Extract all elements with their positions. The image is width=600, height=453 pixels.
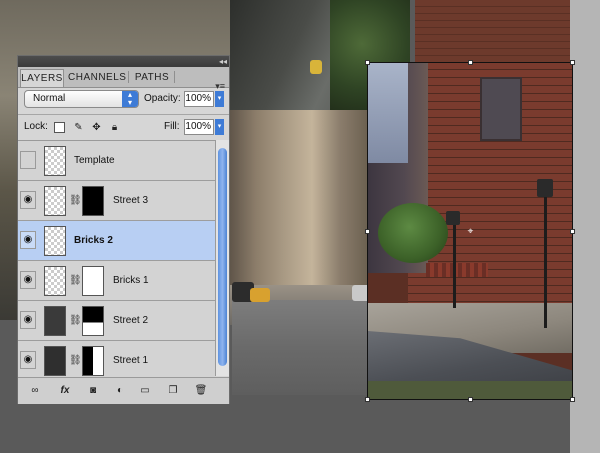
layer-mask-thumbnail[interactable] [82,266,104,296]
lock-position-move-icon[interactable]: ✥ [91,122,102,133]
layer-row-street-3[interactable]: ◉ ⛓ Street 3 [18,181,215,221]
panel-footer: ∞ fx ◙ ◐ ▭ ❐ 🗑︎ [18,377,229,404]
layer-row-bricks-2[interactable]: ◉ Bricks 2 [18,221,215,261]
layer-thumbnail [44,186,66,216]
tab-layers[interactable]: LAYERS [20,69,64,87]
street-lamp-head [537,179,553,197]
street-lamp-head [446,211,460,225]
layer-name[interactable]: Street 3 [113,181,148,221]
chain-link-icon[interactable]: ⛓ [69,275,82,286]
layer-thumbnail [44,266,66,296]
layer-row-template[interactable]: ◉ Template [18,141,215,181]
street-lamp [453,223,456,308]
lock-transparency-icon[interactable] [54,122,65,133]
updown-arrows-icon: ▴ ▾ [122,91,138,107]
opacity-label: Opacity: [144,93,181,104]
layer-row-bricks-1[interactable]: ◉ ⛓ Bricks 1 [18,261,215,301]
layers-list: ◉ Template ◉ ⛓ Street 3 ◉ Bricks 2 ◉ ⛓ B… [18,140,215,377]
visibility-toggle-off[interactable]: ◉ [20,151,36,169]
transform-handle-right[interactable] [570,229,575,234]
fill-input[interactable]: 100% [184,119,214,135]
transform-handle-bottom-right[interactable] [570,397,575,402]
blend-mode-value: Normal [33,93,66,104]
blend-mode-select[interactable]: Normal ▴ ▾ [24,90,139,108]
layer-mask-thumbnail[interactable] [82,346,104,376]
panel-tabs: LAYERS CHANNELS PATHS ▾≡ [18,67,229,91]
scrollbar-thumb[interactable] [218,148,227,366]
layers-panel: ◂◂ LAYERS CHANNELS PATHS ▾≡ Normal ▴ ▾ Op… [17,55,230,404]
chain-link-icon[interactable]: ⛓ [69,315,82,326]
tab-divider [128,71,129,83]
canvas-brick-building-top [415,0,570,62]
eye-icon[interactable]: ◉ [20,191,36,209]
transform-handle-bottom[interactable] [468,397,473,402]
eye-icon[interactable]: ◉ [20,271,36,289]
taxi [310,60,322,74]
layer-thumbnail [44,306,66,336]
panel-titlebar[interactable]: ◂◂ [18,56,229,67]
transform-handle-bottom-left[interactable] [365,397,370,402]
layer-name[interactable]: Bricks 2 [74,221,113,261]
divider [18,114,229,115]
sky [368,63,408,163]
chain-link-icon[interactable]: ⛓ [69,195,82,206]
taxi [250,288,270,302]
chain-link-icon[interactable]: ⛓ [69,355,82,366]
layer-row-street-2[interactable]: ◉ ⛓ Street 2 [18,301,215,341]
layer-name[interactable]: Street 2 [113,301,148,341]
lock-all-icon[interactable]: 🔒︎ [109,122,120,133]
eye-icon[interactable]: ◉ [20,231,36,249]
fx-icon[interactable]: fx [58,384,72,398]
opacity-dropdown-icon[interactable]: ▾ [215,91,224,107]
collapse-panel-icon[interactable]: ◂◂ [219,56,227,67]
transform-center-point-icon[interactable]: ⌖ [466,227,475,237]
adjustment-layer-icon[interactable]: ◐ [113,384,127,398]
layer-thumbnail [44,226,66,256]
transform-handle-top[interactable] [468,60,473,65]
opacity-input[interactable]: 100% [184,91,214,107]
layer-mask-thumbnail[interactable] [82,186,104,216]
new-group-icon[interactable]: ▭ [138,384,152,398]
trash-icon[interactable]: 🗑︎ [194,384,208,398]
street-lamp [544,193,547,328]
tab-divider [174,71,175,83]
add-mask-icon[interactable]: ◙ [86,384,100,398]
new-layer-icon[interactable]: ❐ [166,384,180,398]
canvas-city-buildings [228,110,368,290]
eye-icon[interactable]: ◉ [20,351,36,369]
canvas-pasteboard-right [570,0,600,453]
canvas-blurred-road [232,300,372,395]
link-layers-icon[interactable]: ∞ [28,384,42,398]
lock-image-brush-icon[interactable]: ✎ [73,122,84,133]
transform-handle-top-right[interactable] [570,60,575,65]
tab-channels[interactable]: CHANNELS [68,69,126,87]
awning [426,263,488,277]
layer-thumbnail [44,146,66,176]
layer-row-street-1[interactable]: ◉ ⛓ Street 1 [18,341,215,377]
layers-scrollbar[interactable] [215,140,229,376]
layer-mask-thumbnail[interactable] [82,306,104,336]
lock-label: Lock: [24,121,48,132]
tree [378,203,448,263]
boarded-window [480,77,522,141]
layer-name[interactable]: Street 1 [113,341,148,377]
transform-handle-top-left[interactable] [365,60,370,65]
fill-dropdown-icon[interactable]: ▾ [215,119,224,135]
layer-thumbnail [44,346,66,376]
transform-handle-left[interactable] [365,229,370,234]
eye-icon[interactable]: ◉ [20,311,36,329]
layer-name[interactable]: Template [74,141,115,181]
tab-paths[interactable]: PATHS [132,69,172,87]
layer-name[interactable]: Bricks 1 [113,261,149,301]
fill-label: Fill: [164,121,180,132]
